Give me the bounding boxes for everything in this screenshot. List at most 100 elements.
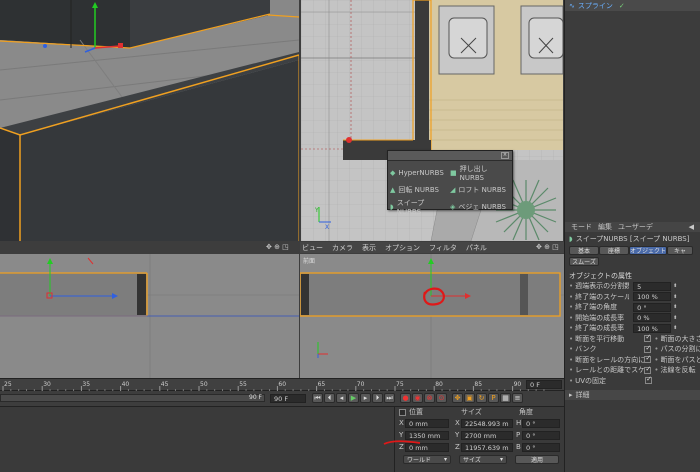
bullet-icon: • bbox=[654, 355, 659, 364]
tab-smooth[interactable]: スムーズ bbox=[569, 256, 599, 266]
nurbs-popup-titlebar[interactable]: × bbox=[388, 151, 512, 161]
timeline-tick-label: 50 bbox=[200, 381, 208, 388]
menu-panel[interactable]: パネル bbox=[466, 243, 487, 253]
material-manager[interactable] bbox=[0, 406, 394, 472]
bezier-nurbs-icon: ◈ bbox=[450, 203, 456, 211]
go-end-icon[interactable]: ⏭ bbox=[384, 393, 395, 403]
lathe-nurbs-icon: ▲ bbox=[390, 186, 396, 194]
keyframe-add-icon[interactable]: ⊙ bbox=[436, 393, 447, 403]
timeline-slider[interactable]: 90 F bbox=[0, 394, 265, 402]
property-value[interactable]: 100 % bbox=[633, 292, 672, 302]
checkbox[interactable] bbox=[644, 356, 652, 364]
play-icon[interactable]: ▶ bbox=[348, 393, 359, 403]
bullet-icon: • bbox=[569, 292, 574, 301]
viewport-nav-icons-right[interactable]: ✥ ⊕ ◳ bbox=[536, 243, 564, 252]
detail-section[interactable]: ▸ 詳細 bbox=[565, 390, 700, 400]
front-viewport[interactable]: 前面 bbox=[300, 254, 564, 378]
checkbox-label: 断面を平行移動 bbox=[575, 334, 625, 343]
rotate-key-icon[interactable]: ↻ bbox=[476, 393, 487, 403]
coords-lock-checkbox[interactable] bbox=[399, 408, 406, 416]
side-viewport[interactable] bbox=[0, 254, 299, 378]
move-key-icon[interactable]: ✥ bbox=[452, 393, 463, 403]
checkbox[interactable] bbox=[644, 366, 652, 374]
lathe-nurbs-item[interactable]: ▲ 回転 NURBS bbox=[390, 185, 450, 195]
keyframe-sel-icon[interactable]: ⊗ bbox=[424, 393, 435, 403]
loft-nurbs-item[interactable]: ◢ ロフト NURBS bbox=[450, 185, 510, 195]
menu-edit[interactable]: 編集 bbox=[598, 222, 612, 232]
property-value[interactable]: 100 % bbox=[633, 323, 672, 333]
menu-mode[interactable]: モード bbox=[571, 222, 592, 232]
go-start-icon[interactable]: ⏮ bbox=[312, 393, 323, 403]
checkbox[interactable] bbox=[644, 335, 652, 343]
timeline-tick-label: 35 bbox=[82, 381, 90, 388]
perspective-viewport[interactable] bbox=[0, 0, 299, 241]
timeline-tick-label: 60 bbox=[278, 381, 286, 388]
stepper-icon[interactable]: ⬍ bbox=[673, 283, 677, 289]
apply-button[interactable]: 適用 bbox=[515, 455, 559, 464]
top-viewport[interactable]: Y X × ◆ HyperNURBS ■ 押し出し NURBS ▲ 回転 NURBS … bbox=[301, 0, 563, 241]
object-row-spline[interactable]: ∿ スプライン ✓ bbox=[565, 0, 700, 11]
record-icon[interactable]: ● bbox=[400, 393, 411, 403]
tab-coord[interactable]: 座標 bbox=[599, 245, 629, 255]
param-key-icon[interactable]: P bbox=[488, 393, 499, 403]
rotation-field[interactable]: 0 ° bbox=[522, 418, 560, 428]
rotation-field[interactable]: 0 ° bbox=[522, 442, 560, 452]
property-row: • 終了端のスケール 100 % ⬍ bbox=[569, 292, 700, 303]
size-field[interactable]: 22548.993 m bbox=[461, 418, 513, 428]
extrude-nurbs-item[interactable]: ■ 押し出し NURBS bbox=[450, 164, 510, 182]
check-icon[interactable]: ✓ bbox=[619, 2, 625, 10]
property-value[interactable]: 0 % bbox=[633, 313, 672, 323]
menu-camera[interactable]: カメラ bbox=[332, 243, 353, 253]
grid-key-icon[interactable]: ▦ bbox=[500, 393, 511, 403]
close-icon[interactable]: × bbox=[501, 152, 509, 159]
nav-back-icon[interactable]: ◀ bbox=[689, 223, 694, 231]
rotation-field[interactable]: 0 ° bbox=[522, 430, 560, 440]
menu-display[interactable]: 表示 bbox=[362, 243, 376, 253]
stepper-icon[interactable]: ⬍ bbox=[673, 325, 677, 331]
prev-key-icon[interactable]: ⏴ bbox=[324, 393, 335, 403]
next-frame-icon[interactable]: ▸ bbox=[360, 393, 371, 403]
coords-header: 位置 サイズ 角度 bbox=[395, 407, 564, 417]
stepper-icon[interactable]: ⬍ bbox=[673, 304, 677, 310]
menu-key-icon[interactable]: ≡ bbox=[512, 393, 523, 403]
property-label: 終了端の角度 bbox=[575, 303, 618, 312]
menu-filter[interactable]: フィルタ bbox=[429, 243, 457, 253]
size-dropdown[interactable]: サイズ ▾ bbox=[459, 455, 507, 464]
viewport-nav-icons[interactable]: ✥ ⊕ ◳ bbox=[266, 243, 300, 252]
prev-frame-icon[interactable]: ◂ bbox=[336, 393, 347, 403]
size-field[interactable]: 2700 mm bbox=[461, 430, 513, 440]
size-field[interactable]: 11957.639 m bbox=[461, 442, 513, 452]
property-label: 終了端の成長率 bbox=[575, 324, 625, 333]
frame-end-field[interactable]: 90 F bbox=[270, 394, 306, 403]
bezier-nurbs-item[interactable]: ◈ ベジェ NURBS bbox=[450, 198, 510, 216]
attribute-lower-area bbox=[564, 410, 700, 472]
property-value[interactable]: 5 bbox=[633, 281, 672, 291]
triangle-right-icon: ▸ bbox=[569, 391, 573, 399]
scale-key-icon[interactable]: ▣ bbox=[464, 393, 475, 403]
property-value[interactable]: 0 ° bbox=[633, 302, 672, 312]
sweep-nurbs-icon: ◗ bbox=[390, 203, 394, 211]
sweep-nurbs-item[interactable]: ◗ スイープ NURBS bbox=[390, 198, 450, 216]
menu-options[interactable]: オプション bbox=[385, 243, 420, 253]
next-key-icon[interactable]: ⏵ bbox=[372, 393, 383, 403]
stepper-icon[interactable]: ⬍ bbox=[673, 315, 677, 321]
tab-basic[interactable]: 基本 bbox=[569, 245, 599, 255]
menu-view[interactable]: ビュー bbox=[302, 243, 323, 253]
hypernurbs-item[interactable]: ◆ HyperNURBS bbox=[390, 164, 450, 182]
checkbox[interactable] bbox=[645, 377, 653, 385]
property-label: 終了端のスケール bbox=[575, 292, 630, 301]
autokey-icon[interactable]: ◉ bbox=[412, 393, 423, 403]
menu-userdata[interactable]: ユーザーデ bbox=[618, 222, 653, 232]
tab-object[interactable]: オブジェクト bbox=[629, 245, 667, 255]
bullet-icon: • bbox=[569, 313, 574, 322]
bullet-icon: • bbox=[569, 303, 574, 312]
bullet-icon: • bbox=[569, 324, 574, 333]
timeline-ruler[interactable]: 25 30 35 40 45 50 55 60 65 70 75 80 85 90 bbox=[0, 378, 564, 392]
svg-text:Y: Y bbox=[314, 207, 319, 214]
position-field[interactable]: 0 mm bbox=[405, 418, 449, 428]
checkbox[interactable] bbox=[644, 345, 652, 353]
tab-caps[interactable]: キャ bbox=[667, 245, 693, 255]
stepper-icon[interactable]: ⬍ bbox=[673, 294, 677, 300]
current-frame-field[interactable]: 0 F bbox=[526, 380, 562, 389]
world-dropdown[interactable]: ワールド ▾ bbox=[403, 455, 451, 464]
